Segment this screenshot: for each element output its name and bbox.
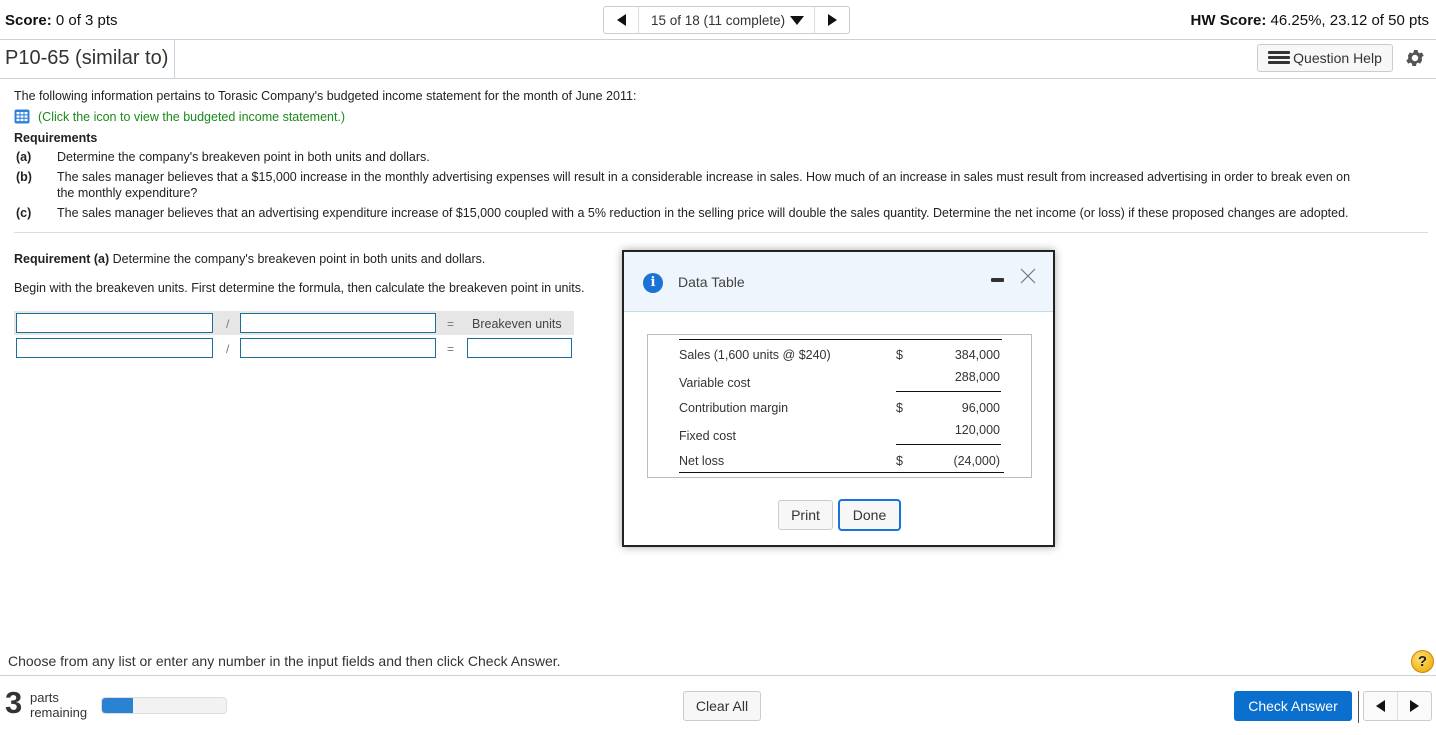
footer-divider bbox=[0, 675, 1436, 676]
clear-all-button[interactable]: Clear All bbox=[683, 691, 761, 721]
minimize-icon bbox=[991, 278, 1004, 282]
equals-operator: = bbox=[447, 342, 455, 356]
progress-bar bbox=[101, 697, 227, 714]
row-amount: 288,000 bbox=[954, 370, 1000, 384]
dialog-header: i Data Table bbox=[624, 252, 1053, 312]
previous-question-button[interactable] bbox=[604, 7, 638, 33]
table-row: Fixed cost 120,000 bbox=[679, 423, 1002, 449]
parts-label: parts bbox=[30, 690, 59, 705]
requirement-c-label: (c) bbox=[16, 206, 32, 220]
hw-score: HW Score: 46.25%, 23.12 of 50 pts bbox=[1191, 12, 1429, 29]
requirement-c-text: The sales manager believes that an adver… bbox=[57, 206, 1349, 220]
requirement-a-heading: Requirement (a) Determine the company's … bbox=[14, 252, 485, 266]
subtotal-rule bbox=[896, 444, 1001, 445]
row-label: Fixed cost bbox=[679, 429, 736, 443]
hw-score-label: HW Score: bbox=[1190, 12, 1267, 29]
row-amount: (24,000) bbox=[953, 454, 1000, 468]
equals-operator: = bbox=[447, 317, 455, 331]
row-currency: $ bbox=[896, 454, 903, 468]
requirement-a-text: Determine the company's breakeven point … bbox=[57, 150, 430, 164]
row-label: Sales (1,600 units @ $240) bbox=[679, 348, 831, 362]
income-statement-table: Sales (1,600 units @ $240) $ 384,000 Var… bbox=[647, 334, 1032, 478]
row-currency: $ bbox=[896, 348, 903, 362]
table-top-rule bbox=[679, 339, 1002, 340]
hw-score-value: 46.25%, 23.12 of 50 pts bbox=[1266, 12, 1429, 29]
data-table-dialog: i Data Table Sales (1,600 units @ $240) … bbox=[622, 250, 1055, 547]
requirement-b-text-cont: the monthly expenditure? bbox=[57, 186, 198, 200]
problem-title: P10-65 (similar to) bbox=[0, 40, 176, 78]
question-selector-dropdown[interactable]: 15 of 18 (11 complete) bbox=[638, 7, 816, 33]
table-row: Net loss $ (24,000) bbox=[679, 454, 1002, 474]
next-question-button[interactable] bbox=[815, 7, 849, 33]
footer-separator bbox=[1358, 691, 1359, 723]
footer-previous-button[interactable] bbox=[1364, 692, 1397, 720]
row-amount: 96,000 bbox=[961, 401, 1000, 415]
check-answer-button[interactable]: Check Answer bbox=[1234, 691, 1352, 721]
table-bottom-rule bbox=[679, 472, 1004, 473]
score-value: 0 of 3 pts bbox=[51, 12, 118, 29]
triangle-left-icon bbox=[616, 14, 626, 26]
title-bar: P10-65 (similar to) Question Help bbox=[0, 40, 1436, 79]
print-button[interactable]: Print bbox=[778, 500, 833, 530]
table-row: Variable cost 288,000 bbox=[679, 370, 1002, 396]
progress-bar-fill bbox=[102, 698, 133, 713]
score: Score: 0 of 3 pts bbox=[5, 12, 118, 29]
row-label: Net loss bbox=[679, 454, 725, 468]
breakeven-units-label: Breakeven units bbox=[472, 317, 562, 331]
calc-denominator-input[interactable] bbox=[240, 338, 436, 358]
question-position: 15 of 18 (11 complete) bbox=[651, 12, 786, 28]
footer-instruction: Choose from any list or enter any number… bbox=[8, 653, 561, 669]
question-navigator: 15 of 18 (11 complete) bbox=[603, 6, 851, 34]
close-icon[interactable] bbox=[1018, 266, 1038, 286]
gear-icon[interactable] bbox=[1404, 47, 1426, 69]
row-amount: 384,000 bbox=[954, 348, 1000, 362]
requirement-b-text: The sales manager believes that a $15,00… bbox=[57, 170, 1351, 184]
triangle-down-icon bbox=[790, 15, 805, 25]
divide-operator: / bbox=[226, 342, 230, 356]
divide-operator: / bbox=[226, 317, 230, 331]
parts-remaining-count: 3 bbox=[5, 685, 23, 720]
requirement-a-heading-bold: Requirement (a) bbox=[14, 252, 110, 266]
top-bar: Score: 0 of 3 pts 15 of 18 (11 complete)… bbox=[0, 0, 1436, 40]
question-help-label: Question Help bbox=[1293, 50, 1382, 66]
breakeven-units-result-input[interactable] bbox=[467, 338, 572, 358]
requirement-b-label: (b) bbox=[16, 170, 32, 184]
help-icon[interactable]: ? bbox=[1411, 650, 1434, 673]
remaining-label: remaining bbox=[30, 705, 88, 720]
info-icon: i bbox=[643, 273, 663, 293]
row-currency: $ bbox=[896, 401, 903, 415]
list-icon bbox=[1268, 51, 1291, 65]
calc-numerator-input[interactable] bbox=[16, 338, 213, 358]
requirement-a-heading-rest: Determine the company's breakeven point … bbox=[109, 252, 486, 266]
row-label: Contribution margin bbox=[679, 401, 789, 415]
formula-denominator-input[interactable] bbox=[240, 313, 436, 333]
minimize-button[interactable] bbox=[990, 273, 1006, 285]
income-statement-link-row: (Click the icon to view the budgeted inc… bbox=[14, 109, 345, 124]
table-row: Sales (1,600 units @ $240) $ 384,000 bbox=[679, 348, 1002, 368]
triangle-right-icon bbox=[827, 14, 837, 26]
triangle-left-icon bbox=[1376, 700, 1385, 712]
requirement-a-instruction: Begin with the breakeven units. First de… bbox=[14, 281, 585, 295]
income-statement-link[interactable]: (Click the icon to view the budgeted inc… bbox=[38, 110, 345, 124]
footer-next-button[interactable] bbox=[1397, 692, 1431, 720]
row-amount: 120,000 bbox=[954, 423, 1000, 437]
footer-question-nav bbox=[1363, 691, 1432, 721]
row-label: Variable cost bbox=[679, 376, 751, 390]
divider bbox=[14, 232, 1428, 233]
dialog-title: Data Table bbox=[678, 274, 745, 290]
breakeven-formula: / = Breakeven units / = bbox=[14, 311, 574, 361]
subtotal-rule bbox=[896, 391, 1001, 392]
requirements-heading: Requirements bbox=[14, 131, 98, 145]
problem-intro: The following information pertains to To… bbox=[14, 89, 637, 103]
table-row: Contribution margin $ 96,000 bbox=[679, 401, 1002, 421]
question-help-button[interactable]: Question Help bbox=[1257, 44, 1393, 72]
table-icon[interactable] bbox=[14, 109, 30, 124]
formula-numerator-input[interactable] bbox=[16, 313, 213, 333]
done-button[interactable]: Done bbox=[838, 499, 901, 531]
triangle-right-icon bbox=[1410, 700, 1419, 712]
requirement-a-label: (a) bbox=[16, 150, 32, 164]
score-label: Score: bbox=[5, 12, 52, 29]
